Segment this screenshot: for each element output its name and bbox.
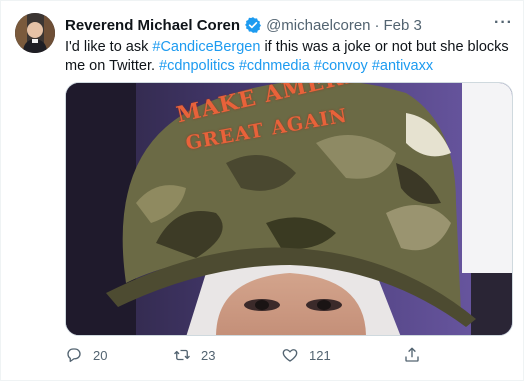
avatar[interactable] (15, 13, 55, 53)
tweet-media-photo[interactable]: MAKE AMERICA GREAT AGAIN (65, 82, 513, 336)
share-icon (405, 347, 419, 362)
tweet-header: Reverend Michael Coren @michaelcoren · F… (65, 13, 513, 35)
tweet-text-part: I'd like to ask (65, 39, 153, 55)
hashtag-link[interactable]: #cdnmedia (239, 58, 310, 74)
retweet-count: 23 (201, 347, 216, 363)
heart-icon (282, 349, 298, 362)
verified-badge-icon (244, 16, 262, 34)
hashtag-link[interactable]: #cdnpolitics (159, 58, 235, 74)
reply-button[interactable]: 20 (65, 346, 173, 364)
hashtag-link[interactable]: #convoy (314, 58, 368, 74)
tweet-timestamp[interactable]: Feb 3 (384, 17, 422, 34)
reply-count: 20 (93, 347, 108, 363)
profile-photo-icon (15, 13, 55, 53)
separator-dot: · (374, 16, 380, 34)
tweet-text: I'd like to ask #CandiceBergen if this w… (65, 38, 513, 76)
tweet-actions: 20 23 121 (65, 342, 513, 368)
like-button[interactable]: 121 (281, 346, 389, 364)
author-handle[interactable]: @michaelcoren (266, 17, 370, 34)
retweet-icon (174, 349, 190, 361)
like-count: 121 (309, 347, 331, 363)
share-button[interactable] (403, 346, 431, 364)
tweet-card[interactable]: Reverend Michael Coren @michaelcoren · F… (0, 0, 524, 381)
author-name[interactable]: Reverend Michael Coren (65, 17, 240, 34)
retweet-button[interactable]: 23 (173, 346, 281, 364)
reply-icon (67, 348, 81, 363)
hashtag-link[interactable]: #CandiceBergen (152, 39, 260, 55)
more-icon[interactable]: ··· (494, 13, 513, 33)
hashtag-link[interactable]: #antivaxx (372, 58, 433, 74)
